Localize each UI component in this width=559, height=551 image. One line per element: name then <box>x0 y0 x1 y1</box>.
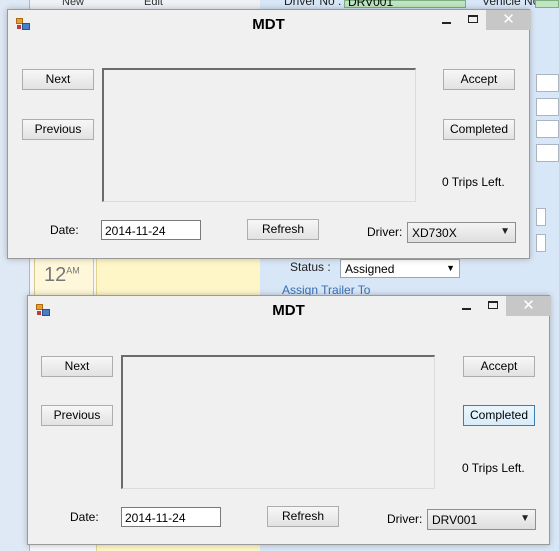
minimize-icon[interactable] <box>453 296 479 316</box>
driver-label: Driver: <box>367 225 403 239</box>
minimize-icon[interactable] <box>433 10 459 30</box>
date-label: Date: <box>70 510 99 524</box>
next-button[interactable]: Next <box>41 356 113 377</box>
accept-button[interactable]: Accept <box>443 69 515 90</box>
trip-list[interactable] <box>102 68 416 202</box>
driver-select[interactable]: DRV001 ▼ <box>427 509 536 530</box>
close-icon[interactable]: ✕ <box>506 296 551 316</box>
date-input[interactable]: 2014-11-24 <box>101 220 201 240</box>
background-edit-button[interactable]: Edit <box>144 0 163 8</box>
background-field[interactable] <box>536 120 559 138</box>
trip-list[interactable] <box>121 355 435 489</box>
driver-select-value: XD730X <box>412 226 457 240</box>
maximize-icon[interactable] <box>480 296 506 316</box>
completed-button[interactable]: Completed <box>443 119 515 140</box>
calendar-time-label: 12AM <box>44 264 80 286</box>
driver-no-field[interactable]: DRV001 <box>344 0 466 9</box>
previous-button[interactable]: Previous <box>22 119 94 140</box>
background-field[interactable] <box>536 234 546 252</box>
refresh-button[interactable]: Refresh <box>267 506 339 527</box>
close-icon[interactable]: ✕ <box>486 10 531 30</box>
driver-no-label: Driver No : <box>284 0 342 8</box>
refresh-button[interactable]: Refresh <box>247 219 319 240</box>
vehicle-no-field[interactable] <box>535 0 559 8</box>
trips-left-label: 0 Trips Left. <box>442 175 505 189</box>
driver-select[interactable]: XD730X ▼ <box>407 222 516 243</box>
status-select[interactable]: Assigned ▼ <box>340 259 460 278</box>
date-label: Date: <box>50 223 79 237</box>
next-button[interactable]: Next <box>22 69 94 90</box>
trips-left-label: 0 Trips Left. <box>462 461 525 475</box>
status-label: Status : <box>290 260 331 274</box>
accept-button[interactable]: Accept <box>463 356 535 377</box>
background-field[interactable] <box>536 144 559 162</box>
background-new-button[interactable]: New <box>62 0 84 8</box>
previous-button[interactable]: Previous <box>41 405 113 426</box>
completed-button[interactable]: Completed <box>463 405 535 426</box>
chevron-down-icon: ▼ <box>520 513 530 524</box>
background-field[interactable] <box>536 98 559 116</box>
mdt-window: MDT ✕ Next Previous Accept Completed 0 T… <box>27 295 551 545</box>
driver-label: Driver: <box>387 512 423 526</box>
background-field[interactable] <box>536 74 559 92</box>
chevron-down-icon: ▼ <box>446 263 455 273</box>
window-titlebar[interactable]: MDT ✕ <box>28 296 551 325</box>
mdt-window: MDT ✕ Next Previous Accept Completed 0 T… <box>7 9 531 259</box>
maximize-icon[interactable] <box>460 10 486 30</box>
window-titlebar[interactable]: MDT ✕ <box>8 10 531 39</box>
driver-select-value: DRV001 <box>432 513 478 527</box>
chevron-down-icon: ▼ <box>500 226 510 237</box>
date-input[interactable]: 2014-11-24 <box>121 507 221 527</box>
background-field[interactable] <box>536 208 546 226</box>
